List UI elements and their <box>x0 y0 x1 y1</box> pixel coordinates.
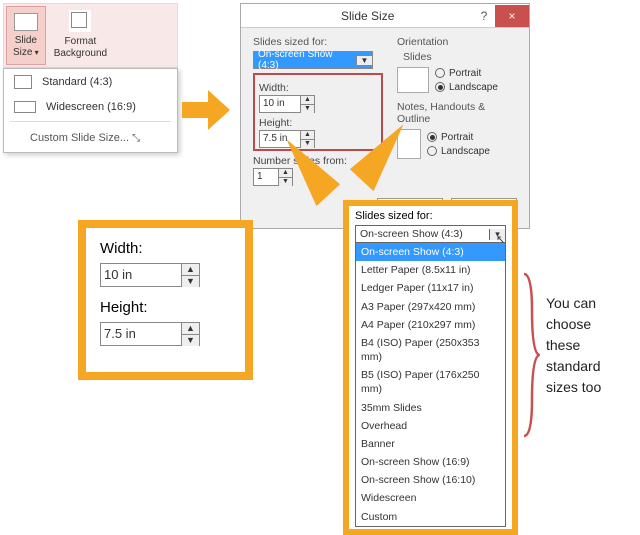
spin-down-icon[interactable]: ▼ <box>182 276 199 287</box>
chevron-down-icon: ▾ <box>32 48 38 57</box>
slides-landscape-radio[interactable]: Landscape <box>435 82 498 93</box>
sized-for-combo[interactable]: On-screen Show (4:3) ▼ <box>253 51 373 69</box>
chevron-down-icon[interactable]: ▼ <box>356 56 372 65</box>
slide-size-label-2: Size <box>13 47 32 58</box>
slide-size-menu: Standard (4:3) Widescreen (16:9) Custom … <box>3 68 178 153</box>
sized-for-value: On-screen Show (4:3) <box>254 49 356 71</box>
menu-custom-label: Custom Slide Size... <box>30 132 129 144</box>
menu-widescreen-label: Widescreen (16:9) <box>46 101 136 113</box>
list-item[interactable]: A4 Paper (210x297 mm) <box>356 316 505 334</box>
menu-custom-size[interactable]: Custom Slide Size... ⤡ <box>4 124 177 152</box>
design-ribbon: Slide Size ▾ Format Background <box>3 3 178 68</box>
flow-arrow <box>182 90 232 130</box>
list-item[interactable]: Overhead <box>356 417 505 435</box>
menu-standard-label: Standard (4:3) <box>42 76 112 88</box>
spin-down-icon[interactable]: ▼ <box>182 335 199 346</box>
zoom-width-label: Width: <box>100 240 231 257</box>
dialog-title: Slide Size <box>341 9 394 23</box>
zoom-width-spinner[interactable]: 10 in ▲▼ <box>100 263 200 287</box>
list-combo-value: On-screen Show (4:3) <box>356 228 489 240</box>
list-item[interactable]: 35mm Slides <box>356 399 505 417</box>
notes-orient-label: Notes, Handouts & Outline <box>397 101 517 125</box>
sized-for-label: Slides sized for: <box>253 36 383 48</box>
slide-size-button[interactable]: Slide Size ▾ <box>6 6 46 65</box>
list-item[interactable]: A3 Paper (297x420 mm) <box>356 298 505 316</box>
notes-landscape-radio[interactable]: Landscape <box>427 146 490 157</box>
width-value: 10 in <box>260 96 300 112</box>
width-label: Width: <box>259 82 377 94</box>
zoom-height-label: Height: <box>100 299 231 316</box>
list-item[interactable]: B5 (ISO) Paper (176x250 mm) <box>356 366 505 398</box>
cursor-icon: ⤡ <box>132 133 140 144</box>
slides-orient-label: Slides <box>403 51 517 63</box>
list-label: Slides sized for: <box>355 210 506 222</box>
orientation-thumb-icon <box>397 67 429 93</box>
format-bg-label-2: Background <box>54 48 107 59</box>
close-button[interactable]: × <box>495 5 529 27</box>
list-item[interactable]: Custom <box>356 508 505 526</box>
format-bg-label-1: Format <box>65 36 97 47</box>
list-item[interactable]: Ledger Paper (11x17 in) <box>356 279 505 297</box>
zoom-height-value: 7.5 in <box>101 323 181 345</box>
width-height-highlight: Width: 10 in ▲▼ Height: 7.5 in ▲▼ <box>253 73 383 151</box>
format-background-icon <box>69 10 91 32</box>
notes-portrait-radio[interactable]: Portrait <box>427 132 490 143</box>
list-item[interactable]: On-screen Show (16:10) <box>356 471 505 489</box>
list-item[interactable]: On-screen Show (16:9) <box>356 453 505 471</box>
menu-separator <box>10 121 171 122</box>
size-options-list: On-screen Show (4:3) Letter Paper (8.5x1… <box>355 243 506 527</box>
spin-up-icon[interactable]: ▲ <box>301 131 314 140</box>
slide-size-label-1: Slide <box>15 35 37 46</box>
list-item[interactable]: Letter Paper (8.5x11 in) <box>356 261 505 279</box>
format-background-button[interactable]: Format Background <box>48 4 113 67</box>
spin-up-icon[interactable]: ▲ <box>182 264 199 276</box>
aspect-43-icon <box>14 75 32 89</box>
width-spinner[interactable]: 10 in ▲▼ <box>259 95 315 113</box>
slide-size-dialog: Slide Size ? × Slides sized for: On-scre… <box>240 3 530 229</box>
zoom-width-value: 10 in <box>101 264 181 286</box>
spin-up-icon[interactable]: ▲ <box>182 323 199 335</box>
spin-down-icon[interactable]: ▼ <box>301 140 314 148</box>
list-combo[interactable]: On-screen Show (4:3) ▾↖ <box>355 225 506 243</box>
slides-portrait-radio[interactable]: Portrait <box>435 68 498 79</box>
width-height-callout: Width: 10 in ▲▼ Height: 7.5 in ▲▼ <box>78 220 253 380</box>
list-item[interactable]: B4 (ISO) Paper (250x353 mm) <box>356 334 505 366</box>
slide-size-icon <box>14 13 38 31</box>
dialog-titlebar: Slide Size ? × <box>241 4 529 28</box>
sized-for-list-callout: Slides sized for: On-screen Show (4:3) ▾… <box>343 200 518 535</box>
menu-standard-43[interactable]: Standard (4:3) <box>4 69 177 95</box>
menu-widescreen-169[interactable]: Widescreen (16:9) <box>4 95 177 119</box>
orientation-label: Orientation <box>397 36 517 48</box>
list-item[interactable]: Widescreen <box>356 489 505 507</box>
spin-down-icon[interactable]: ▼ <box>301 105 314 113</box>
aspect-169-icon <box>14 101 36 113</box>
spin-up-icon[interactable]: ▲ <box>301 96 314 105</box>
zoom-height-spinner[interactable]: 7.5 in ▲▼ <box>100 322 200 346</box>
brace-icon <box>522 270 540 440</box>
chevron-down-icon[interactable]: ▾↖ <box>489 229 505 240</box>
annotation-caption: You can choose these standard sizes too <box>546 293 601 398</box>
height-label: Height: <box>259 117 377 129</box>
help-button[interactable]: ? <box>473 9 495 23</box>
list-item[interactable]: Banner <box>356 435 505 453</box>
list-item[interactable]: On-screen Show (4:3) <box>356 243 505 261</box>
